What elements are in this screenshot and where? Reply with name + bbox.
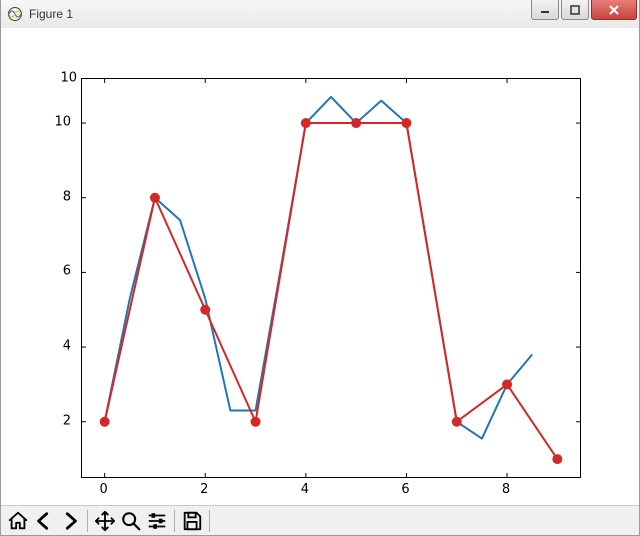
configure-button[interactable]	[144, 508, 170, 534]
sliders-icon	[146, 510, 168, 532]
save-button[interactable]	[179, 508, 205, 534]
maximize-button[interactable]	[561, 0, 589, 20]
arrow-left-icon	[33, 510, 55, 532]
move-icon	[94, 510, 116, 532]
home-button[interactable]	[5, 508, 31, 534]
series-marker	[401, 118, 411, 128]
series-marker	[452, 417, 462, 427]
axes	[81, 78, 581, 478]
figure-canvas[interactable]: 10 2 4 6 8 10 0 2 4 6 8	[1, 28, 639, 505]
series-marker	[552, 454, 562, 464]
toolbar-separator	[87, 510, 88, 532]
titlebar[interactable]: Figure 1	[1, 0, 639, 29]
window-controls	[531, 0, 639, 22]
window-frame: Figure 1 10	[0, 0, 640, 536]
series-line	[105, 123, 558, 459]
pan-button[interactable]	[92, 508, 118, 534]
series-marker	[351, 118, 361, 128]
toolbar-separator	[174, 510, 175, 532]
save-icon	[181, 510, 203, 532]
arrow-right-icon	[59, 510, 81, 532]
toolbar-separator	[209, 510, 210, 532]
xtick-label: 8	[502, 482, 510, 497]
zoom-button[interactable]	[118, 508, 144, 534]
series-marker	[251, 417, 261, 427]
ytick-label: 4	[63, 339, 71, 354]
xtick-label: 6	[401, 482, 409, 497]
nav-toolbar	[1, 505, 639, 535]
ytick-label: 2	[63, 413, 71, 428]
series-marker	[200, 305, 210, 315]
series-marker	[502, 379, 512, 389]
ytick-label: 10	[47, 71, 77, 86]
xtick-label: 0	[99, 482, 107, 497]
home-icon	[7, 510, 29, 532]
close-button[interactable]	[591, 0, 637, 20]
window-title: Figure 1	[29, 7, 73, 21]
forward-button[interactable]	[57, 508, 83, 534]
xtick-label: 4	[301, 482, 309, 497]
back-button[interactable]	[31, 508, 57, 534]
series-marker	[150, 193, 160, 203]
ytick-label: 8	[63, 189, 71, 204]
series-marker	[301, 118, 311, 128]
series-line	[105, 97, 533, 439]
minimize-button[interactable]	[531, 0, 559, 20]
ytick-label: 6	[63, 264, 71, 279]
xtick-label: 2	[200, 482, 208, 497]
app-icon	[7, 6, 23, 22]
series-marker	[100, 417, 110, 427]
zoom-icon	[120, 510, 142, 532]
ytick-label: 10	[54, 115, 71, 130]
